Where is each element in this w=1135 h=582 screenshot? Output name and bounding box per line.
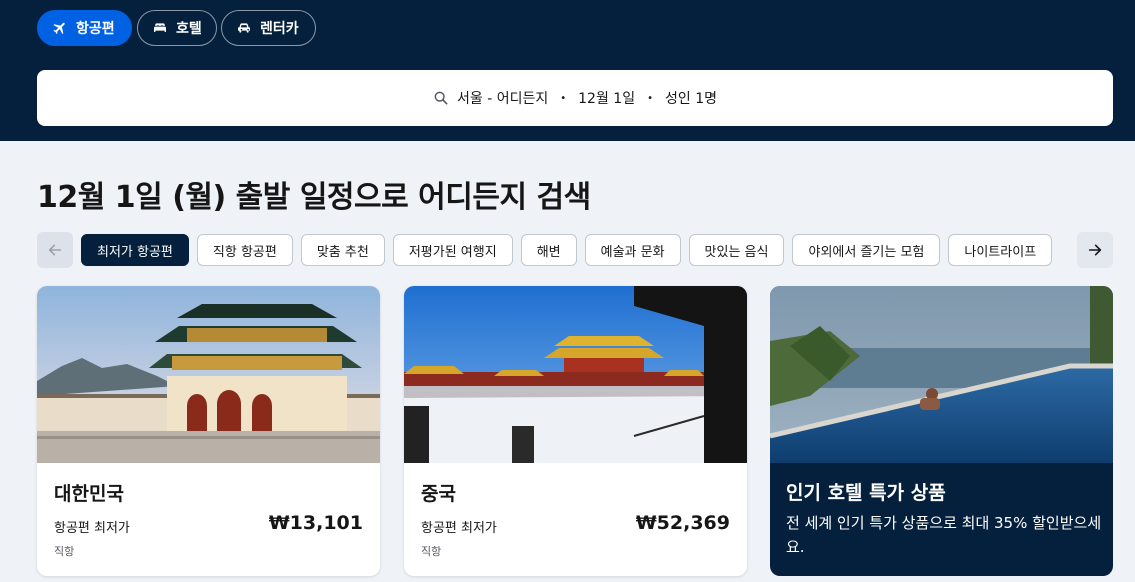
search-icon (434, 91, 448, 105)
tab-car-hire[interactable]: 렌터카 (221, 10, 316, 46)
promo-description: 전 세계 인기 특가 상품으로 최대 35% 할인받으세요. (786, 514, 1102, 556)
destination-card-korea[interactable]: 대한민국 항공편 최저가 ₩13,101 직항 (37, 286, 380, 576)
tab-hotels-label: 호텔 (176, 21, 202, 37)
gyeongbokgung-photo (37, 286, 380, 463)
car-icon (238, 23, 250, 33)
arrow-left-icon (48, 244, 62, 256)
scroll-right-button[interactable] (1077, 232, 1113, 268)
filter-chip-strip: 최저가 항공편 직항 항공편 맞춤 추천 저평가된 여행지 해변 예술과 문화 … (81, 234, 1073, 268)
forbidden-city-photo (404, 286, 747, 463)
search-date: 12월 1일 (578, 91, 636, 107)
price-label: 항공편 최저가 (421, 521, 497, 536)
hotel-deals-promo-card[interactable]: 인기 호텔 특가 상품 전 세계 인기 특가 상품으로 최대 35% 할인받으세… (770, 286, 1113, 576)
top-header: 항공편 호텔 렌터카 서울 - 어디든지 • 12월 1일 • 성인 1명 (0, 0, 1135, 141)
chip-direct-flights[interactable]: 직항 항공편 (196, 234, 293, 266)
destination-name: 대한민국 (54, 483, 124, 505)
separator-dot: • (647, 92, 653, 104)
flight-type: 직항 (421, 545, 442, 558)
chip-outdoor-adventure[interactable]: 야외에서 즐기는 모험 (792, 234, 941, 266)
page-title: 12월 1일 (월) 출발 일정으로 어디든지 검색 (37, 180, 591, 215)
tab-flights[interactable]: 항공편 (37, 10, 132, 46)
search-route: 서울 - 어디든지 (457, 91, 549, 107)
tab-car-hire-label: 렌터카 (260, 21, 299, 37)
arrow-right-icon (1088, 244, 1102, 256)
chip-nightlife[interactable]: 나이트라이프 (948, 234, 1053, 266)
infinity-pool-photo (770, 286, 1113, 463)
search-summary-bar[interactable]: 서울 - 어디든지 • 12월 1일 • 성인 1명 (37, 70, 1113, 126)
chip-underrated[interactable]: 저평가된 여행지 (392, 234, 513, 266)
destination-card-china[interactable]: 중국 항공편 최저가 ₩52,369 직항 (404, 286, 747, 576)
separator-dot: • (560, 92, 567, 104)
bed-icon (154, 23, 166, 32)
search-travelers: 성인 1명 (664, 91, 717, 107)
flight-type: 직항 (54, 545, 75, 558)
chip-arts-culture[interactable]: 예술과 문화 (584, 234, 681, 266)
chip-cheapest-flights[interactable]: 최저가 항공편 (81, 234, 189, 266)
destination-price: ₩13,101 (268, 512, 363, 534)
plane-icon (53, 22, 65, 35)
chip-recommended[interactable]: 맞춤 추천 (300, 234, 385, 266)
tab-hotels[interactable]: 호텔 (137, 10, 217, 46)
destination-name: 중국 (421, 483, 456, 505)
destination-price: ₩52,369 (635, 512, 730, 534)
tab-flights-label: 항공편 (76, 21, 115, 37)
chip-beaches[interactable]: 해변 (520, 234, 577, 266)
scroll-left-button[interactable] (37, 232, 73, 268)
price-label: 항공편 최저가 (54, 521, 130, 536)
promo-title: 인기 호텔 특가 상품 (786, 482, 946, 504)
chip-food[interactable]: 맛있는 음식 (688, 234, 785, 266)
